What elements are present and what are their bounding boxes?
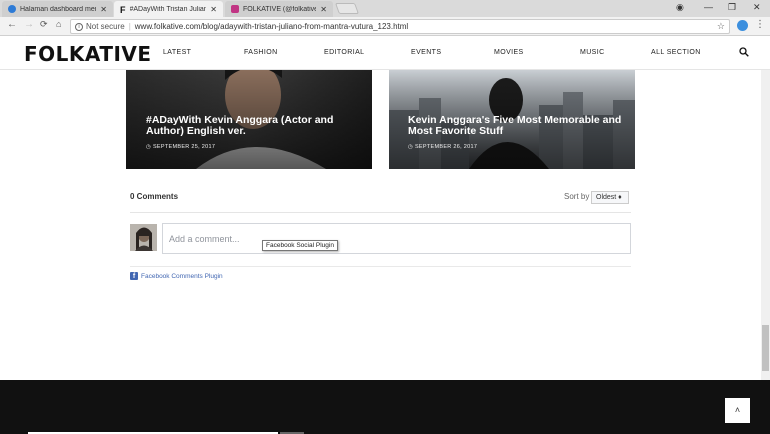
- plugin-label: Facebook Comments Plugin: [141, 272, 223, 280]
- tooltip: Facebook Social Plugin: [262, 240, 338, 251]
- article-title[interactable]: #ADayWith Kevin Anggara (Actor and Autho…: [146, 115, 356, 137]
- minimize-icon[interactable]: —: [704, 2, 713, 12]
- facebook-comments-plugin-link[interactable]: f Facebook Comments Plugin: [130, 272, 223, 280]
- browser-toolbar: ← → ⟳ ⌂ i Not secure | www.folkative.com…: [0, 17, 770, 36]
- site-footer: [0, 380, 770, 434]
- nav-events[interactable]: EVENTS: [411, 49, 441, 56]
- site-logo[interactable]: FOLKATIVE: [24, 42, 152, 66]
- close-tab-icon[interactable]: ✕: [100, 5, 107, 14]
- browser-menu-icon[interactable]: ⋮: [755, 19, 765, 30]
- folkative-favicon-icon: F: [120, 5, 126, 15]
- sort-by-label: Sort by: [564, 192, 590, 201]
- tab-halaman-dashboard[interactable]: Halaman dashboard men ✕: [2, 1, 113, 17]
- home-icon[interactable]: ⌂: [56, 19, 61, 29]
- tab-favicon-icon: [8, 5, 16, 13]
- nav-editorial[interactable]: EDITORIAL: [324, 49, 364, 56]
- clock-icon: ◷: [408, 144, 415, 150]
- reload-icon[interactable]: ⟳: [40, 19, 48, 30]
- close-window-icon[interactable]: ✕: [753, 2, 761, 13]
- omnibox-separator: |: [128, 22, 131, 31]
- address-bar[interactable]: i Not secure | www.folkative.com/blog/ad…: [70, 19, 730, 34]
- avatar: [130, 224, 157, 251]
- article-title[interactable]: Kevin Anggara's Five Most Memorable and …: [408, 115, 623, 137]
- article-date-text: SEPTEMBER 25, 2017: [152, 144, 216, 150]
- close-tab-icon[interactable]: ✕: [320, 5, 327, 14]
- search-icon[interactable]: [739, 47, 749, 57]
- profile-icon[interactable]: ◉: [676, 2, 684, 13]
- article-date: ◷ SEPTEMBER 26, 2017: [408, 144, 477, 150]
- sort-select[interactable]: Oldest ♦: [591, 191, 629, 204]
- instagram-favicon-icon: [231, 5, 239, 13]
- bookmark-star-icon[interactable]: ☆: [717, 21, 725, 32]
- back-icon[interactable]: ←: [7, 19, 17, 30]
- nav-all-section[interactable]: ALL SECTION: [651, 49, 701, 56]
- security-label: Not secure: [86, 22, 125, 31]
- tab-folkative-instagram[interactable]: FOLKATIVE (@folkative) · ✕: [225, 1, 333, 17]
- tab-title: Halaman dashboard men: [20, 5, 97, 13]
- back-to-top-button[interactable]: ˄: [725, 398, 750, 423]
- divider: [130, 212, 631, 213]
- forward-icon[interactable]: →: [24, 19, 34, 30]
- nav-fashion[interactable]: FASHION: [244, 49, 278, 56]
- comment-count: 0 Comments: [130, 192, 179, 201]
- tab-adaywith-tristan[interactable]: F #ADayWith Tristan Julian ✕: [114, 1, 223, 17]
- site-header: FOLKATIVE LATEST FASHION EDITORIAL EVENT…: [0, 36, 770, 70]
- new-tab-button[interactable]: [334, 3, 360, 14]
- tab-title: #ADayWith Tristan Julian: [129, 5, 207, 13]
- article-card[interactable]: #ADayWith Kevin Anggara (Actor and Autho…: [126, 70, 372, 169]
- scrollbar-thumb[interactable]: [762, 325, 769, 371]
- article-card[interactable]: Kevin Anggara's Five Most Memorable and …: [389, 70, 635, 169]
- facebook-icon: f: [130, 272, 138, 280]
- restore-icon[interactable]: ❐: [728, 2, 736, 13]
- close-tab-icon[interactable]: ✕: [210, 5, 217, 14]
- extension-icon[interactable]: [737, 20, 748, 31]
- nav-latest[interactable]: LATEST: [163, 49, 191, 56]
- divider: [130, 266, 631, 267]
- comment-input[interactable]: Add a comment...: [162, 223, 631, 254]
- nav-music[interactable]: MUSIC: [580, 49, 605, 56]
- tab-title: FOLKATIVE (@folkative) ·: [243, 5, 317, 13]
- article-date-text: SEPTEMBER 26, 2017: [414, 144, 478, 150]
- info-icon[interactable]: i: [75, 22, 83, 31]
- clock-icon: ◷: [146, 144, 153, 150]
- article-date: ◷ SEPTEMBER 25, 2017: [146, 144, 215, 150]
- url-text: www.folkative.com/blog/adaywith-tristan-…: [134, 22, 409, 31]
- nav-movies[interactable]: MOVIES: [494, 49, 524, 56]
- browser-tab-strip: Halaman dashboard men ✕ F #ADayWith Tris…: [0, 0, 770, 17]
